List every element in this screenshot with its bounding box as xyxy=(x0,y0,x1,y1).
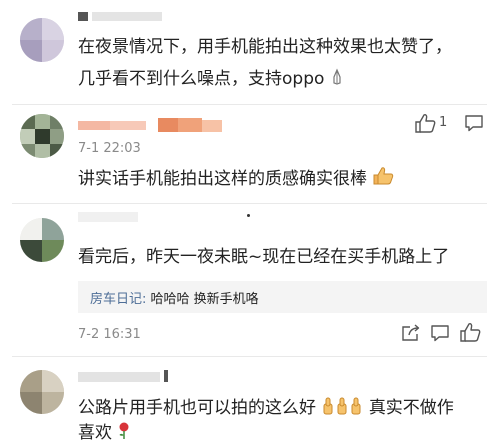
username-blurred[interactable] xyxy=(78,212,138,222)
avatar[interactable] xyxy=(20,18,64,62)
divider xyxy=(12,203,487,204)
timestamp: 7-1 22:03 xyxy=(78,141,141,156)
comment-text-line: 几乎看不到什么噪点，支持oppo xyxy=(78,69,325,89)
comment-text-line: 讲实话手机能拍出这样的质感确实很棒 xyxy=(78,169,367,189)
avatar[interactable] xyxy=(20,114,64,158)
username-blurred[interactable] xyxy=(78,118,228,132)
comment-text-line: 喜欢 xyxy=(78,423,112,443)
username-blurred[interactable] xyxy=(78,372,160,382)
divider xyxy=(12,356,487,357)
rose-emoji xyxy=(117,420,131,443)
comment-text-line: 真实不做作 xyxy=(368,398,454,418)
comment-text: 公路片用手机也可以拍的这么好 真实不做作 xyxy=(78,393,454,425)
thumbs-up-emoji xyxy=(321,395,335,425)
praying-hands-emoji xyxy=(330,66,344,96)
username-blurred[interactable] xyxy=(92,12,162,21)
comment-text: 喜欢 xyxy=(78,418,131,443)
thumbs-up-icon[interactable] xyxy=(414,113,436,137)
reply-line: 房车日记: 哈哈哈 换新手机咯 xyxy=(90,288,259,307)
reply-content: 哈哈哈 换新手机咯 xyxy=(146,292,259,307)
thumbs-up-emoji xyxy=(349,395,363,425)
avatar[interactable] xyxy=(20,370,64,414)
thumbs-up-emoji xyxy=(335,395,349,425)
comment-text: 看完后，昨天一夜未眠~现在已经在买手机路上了 xyxy=(78,247,450,267)
comment-text-line: 公路片用手机也可以拍的这么好 xyxy=(78,398,316,418)
timestamp: 7-2 16:31 xyxy=(78,327,141,342)
username-blurred[interactable] xyxy=(78,12,88,21)
comment-text: 讲实话手机能拍出这样的质感确实很棒 xyxy=(78,164,394,196)
reply-author[interactable]: 房车日记: xyxy=(90,292,146,307)
comment-feed: 在夜景情况下，用手机能拍出这种效果也太赞了， 几乎看不到什么噪点，支持oppo xyxy=(0,0,499,443)
thumbs-up-emoji xyxy=(372,166,394,196)
comment-text: 在夜景情况下，用手机能拍出这种效果也太赞了， xyxy=(78,37,452,57)
comment-text: 几乎看不到什么噪点，支持oppo xyxy=(78,64,344,96)
username-blurred[interactable] xyxy=(164,370,168,382)
comment-icon[interactable] xyxy=(464,114,484,136)
divider xyxy=(12,104,487,105)
like-count: 1 xyxy=(439,115,448,130)
decorative-dot xyxy=(247,214,250,217)
comment-icon[interactable] xyxy=(430,324,450,346)
avatar[interactable] xyxy=(20,218,64,262)
thumbs-up-icon[interactable] xyxy=(459,322,481,346)
share-icon[interactable] xyxy=(401,324,421,346)
reply-preview[interactable]: 房车日记: 哈哈哈 换新手机咯 xyxy=(78,281,487,313)
